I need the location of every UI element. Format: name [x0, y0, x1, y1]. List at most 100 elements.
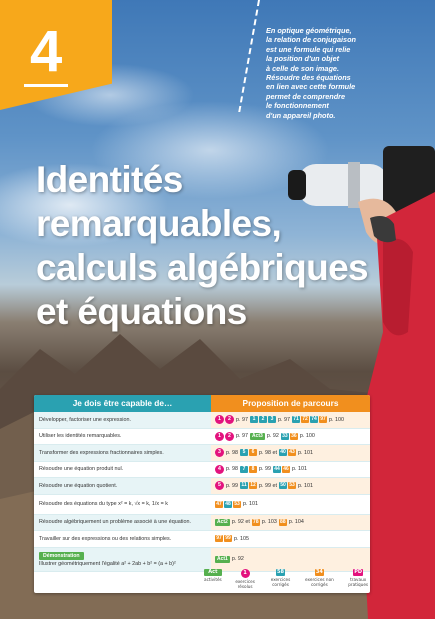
- table-row: Travailler sur des expressions ou des re…: [34, 531, 370, 548]
- resolved-exercise-badge[interactable]: 2: [225, 431, 234, 441]
- corrected-exercise-badge[interactable]: 2: [259, 416, 267, 424]
- uncorrected-exercise-badge[interactable]: 36: [289, 432, 298, 440]
- header-skills: Je dois être capable de…: [34, 395, 211, 412]
- legend-label: activités: [204, 577, 222, 582]
- skill-cell: Démonstration Illustrer géométriquement …: [34, 547, 211, 571]
- corrected-exercise-badge[interactable]: 11: [240, 482, 248, 490]
- legend-label: exercices résolus: [235, 579, 255, 589]
- legend: Act 1 activités 1 exercices résolus 58 e…: [204, 569, 370, 589]
- path-cell: 97 99 p. 105: [211, 531, 370, 547]
- objectives-table: Je dois être capable de… Proposition de …: [34, 395, 370, 593]
- skill-cell: Résoudre une équation produit nul.: [39, 466, 124, 473]
- resolved-exercise-badge[interactable]: 5: [215, 481, 224, 491]
- legend-corrected-tag: 58: [276, 569, 285, 576]
- title-line: remarquables,: [36, 203, 282, 244]
- skill-cell: Résoudre algébriquement un problème asso…: [34, 514, 211, 530]
- path-cell: Act1 p. 92: [211, 547, 370, 571]
- uncorrected-exercise-badge[interactable]: 12: [249, 482, 257, 490]
- uncorrected-exercise-badge[interactable]: 53: [287, 482, 296, 490]
- table-body: Développer, factoriser une expression. 1…: [34, 412, 370, 572]
- page-ref: p. 101: [297, 482, 313, 489]
- page-ref: p. 103: [261, 519, 277, 526]
- activity-badge[interactable]: Act3: [250, 432, 265, 440]
- page-ref: p. 101: [243, 501, 258, 507]
- resolved-exercise-badge[interactable]: 4: [215, 464, 224, 474]
- resolved-exercise-badge[interactable]: 2: [225, 415, 234, 425]
- page-ref: p. 100: [329, 416, 344, 423]
- corrected-exercise-badge[interactable]: 33: [280, 432, 289, 440]
- resolved-exercise-badge[interactable]: 1: [215, 415, 224, 425]
- legend-label: travaux pratiques: [348, 577, 369, 587]
- uncorrected-exercise-badge[interactable]: 43: [287, 449, 296, 457]
- chapter-title: Identités remarquables, calculs algébriq…: [36, 158, 369, 334]
- uncorrected-exercise-badge[interactable]: 47: [215, 500, 223, 508]
- intro-line: Résoudre des équations: [266, 73, 351, 83]
- uncorrected-exercise-badge[interactable]: 6: [249, 449, 257, 457]
- page-ref: p. 98: [226, 466, 238, 473]
- uncorrected-exercise-badge[interactable]: 88: [278, 518, 287, 526]
- skill-cell: Résoudre des équations du type x² = k, √…: [39, 501, 168, 507]
- corrected-exercise-badge[interactable]: 74: [310, 416, 318, 424]
- uncorrected-exercise-badge[interactable]: 99: [224, 535, 232, 543]
- uncorrected-exercise-badge[interactable]: 72: [301, 416, 309, 424]
- intro-line: en lien avec cette formule: [266, 82, 356, 92]
- uncorrected-exercise-badge[interactable]: 97: [215, 535, 223, 543]
- path-cell: Act2 p. 92 et 78 p. 103 88 p. 104: [211, 514, 370, 530]
- corrected-exercise-badge[interactable]: 1: [250, 416, 258, 424]
- uncorrected-exercise-badge[interactable]: 46: [282, 465, 290, 473]
- uncorrected-exercise-badge[interactable]: 97: [319, 416, 327, 424]
- table-row: Démonstration Illustrer géométriquement …: [34, 547, 370, 572]
- resolved-exercise-badge[interactable]: 3: [215, 448, 224, 458]
- resolved-exercise-badge[interactable]: 1: [215, 431, 224, 441]
- corrected-exercise-badge[interactable]: 3: [268, 416, 276, 424]
- page-ref: p. 101: [292, 466, 307, 473]
- corrected-exercise-badge[interactable]: 71: [292, 416, 300, 424]
- table-row: Transformer des expressions fractionnair…: [34, 445, 370, 462]
- table-row: Utiliser les identités remarquables. 1 2…: [34, 429, 370, 445]
- corrected-exercise-badge[interactable]: 50: [278, 482, 287, 490]
- legend-item: 1 exercices résolus: [234, 569, 257, 589]
- intro-line: permet de comprendre: [266, 91, 346, 101]
- uncorrected-exercise-badge[interactable]: 8: [249, 465, 257, 473]
- legend-item: 58 exercices corrigés: [269, 569, 293, 587]
- path-cell: 3 p. 98 5 6 p. 98 et 40 43 p. 101: [211, 445, 370, 461]
- skill-text: Illustrer géométriquement l'égalité a² +…: [39, 560, 176, 567]
- page-ref: p. 92: [266, 433, 279, 440]
- uncorrected-exercise-badge[interactable]: 53: [233, 500, 241, 508]
- title-line: calculs algébriques: [36, 247, 369, 288]
- page-ref: p. 97: [278, 416, 290, 423]
- intro-line: est une formule qui relie: [266, 44, 351, 54]
- legend-label: exercices corrigés: [270, 577, 291, 587]
- corrected-exercise-badge[interactable]: 7: [240, 465, 248, 473]
- corrected-exercise-badge[interactable]: 44: [273, 465, 281, 473]
- legend-resolved-tag: 1: [240, 569, 250, 578]
- corrected-exercise-badge[interactable]: 40: [278, 449, 287, 457]
- skill-cell: Transformer des expressions fractionnair…: [34, 445, 211, 461]
- table-row: Résoudre des équations du type x² = k, √…: [34, 495, 370, 515]
- chapter-underline: [24, 84, 68, 87]
- header-path: Proposition de parcours: [211, 395, 370, 412]
- page-ref: p. 99: [226, 482, 238, 489]
- activity-badge[interactable]: Act1: [215, 555, 230, 563]
- intro-line: En optique géométrique,: [266, 26, 352, 35]
- legend-item: 34 exercices non corrigés: [305, 569, 335, 587]
- path-cell: 5 p. 99 11 12 p. 99 et 50 53 p. 101: [211, 478, 370, 494]
- intro-line: la relation de conjugaison: [266, 35, 357, 45]
- legend-label: exercices non corrigés: [305, 577, 334, 587]
- demonstration-badge: Démonstration: [39, 551, 84, 560]
- activity-badge[interactable]: Act2: [215, 518, 230, 526]
- page-ref: p. 99: [259, 466, 271, 473]
- uncorrected-exercise-badge[interactable]: 78: [251, 518, 260, 526]
- corrected-exercise-badge[interactable]: 5: [240, 449, 248, 457]
- legend-item: Act 1 activités: [204, 569, 222, 582]
- intro-line: le fonctionnement: [266, 101, 329, 111]
- intro-line: la position d'un objet: [266, 54, 340, 64]
- page-ref: p. 101: [297, 449, 313, 456]
- table-row: Résoudre une équation quotient. 5 p. 99 …: [34, 478, 370, 495]
- corrected-exercise-badge[interactable]: 48: [224, 500, 232, 508]
- page-ref: p. 98: [226, 449, 238, 456]
- legend-item: PD travaux pratiques: [346, 569, 370, 587]
- skill-cell: Travailler sur des expressions ou des re…: [39, 535, 172, 542]
- table-row: Développer, factoriser une expression. 1…: [34, 412, 370, 429]
- title-line: et équations: [36, 291, 247, 332]
